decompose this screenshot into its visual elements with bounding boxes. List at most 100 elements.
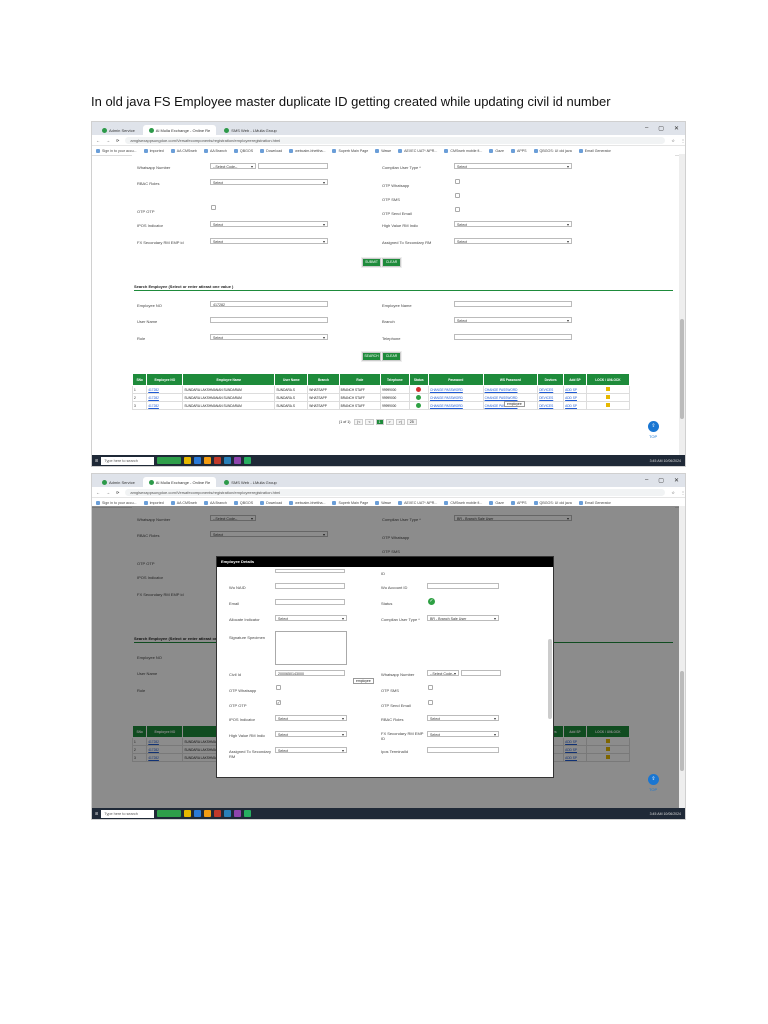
pager-next[interactable]: > (385, 419, 394, 425)
ipos-terminal-input[interactable] (427, 747, 499, 753)
maximize-icon[interactable]: ▢ (658, 477, 664, 484)
browser-tab-active[interactable]: Al Mulla Exchange - Online Re (142, 477, 217, 487)
grid-cell-dev[interactable]: DEVICES (537, 385, 565, 394)
grid-cell-lock[interactable] (585, 401, 631, 410)
chrome-icon[interactable] (204, 457, 212, 464)
pager-first[interactable]: |< (354, 419, 364, 425)
high-value-rm-select[interactable]: Select (454, 221, 572, 228)
grid-header-cell[interactable]: Employee NO (146, 373, 184, 386)
ipos-indicator-select[interactable]: Select (275, 715, 347, 722)
excel-icon[interactable] (244, 810, 252, 817)
browser-tab[interactable]: SMS Web - LMulla Group (218, 125, 283, 135)
bookmark[interactable]: AA Branch (203, 500, 227, 505)
url-field[interactable]: amglsexappsungdoe.com/Versafecomponents/… (125, 488, 666, 496)
top-arrow-icon[interactable]: ⇧ (648, 421, 659, 432)
employee-name-input[interactable] (454, 301, 572, 307)
grid-cell-emp[interactable]: 417282 (146, 401, 184, 410)
grid-cell-lock[interactable] (585, 385, 631, 394)
grid-link[interactable]: DEVICES (539, 396, 553, 400)
bookmark[interactable]: Download (260, 500, 282, 505)
rbac-roles-select[interactable]: Select (210, 179, 328, 186)
teams-icon[interactable] (234, 810, 242, 817)
grid-link[interactable]: ADD SP (565, 404, 577, 408)
assigned-secondary-rm-select[interactable]: Select (275, 747, 347, 754)
bookmark[interactable]: AEXEC UAT*-NPR... (398, 500, 437, 505)
telephone-input[interactable] (454, 334, 572, 340)
close-icon[interactable]: ✕ (674, 125, 679, 132)
back-icon[interactable]: ← (96, 138, 100, 143)
grid-cell-sp[interactable]: ADD SP (563, 393, 587, 402)
otp-otp-checkbox[interactable] (211, 205, 216, 210)
bookmark[interactable]: APPS (510, 500, 527, 505)
bookmark[interactable]: Gaze (489, 148, 504, 153)
search-clear-button[interactable]: CLEAR (382, 352, 401, 361)
app-icon[interactable] (214, 810, 222, 817)
bookmark[interactable]: APPS (510, 148, 527, 153)
folder-icon[interactable] (184, 457, 192, 464)
email-input[interactable] (275, 599, 345, 605)
rbac-roles-select[interactable]: Select (427, 715, 499, 722)
grid-link[interactable]: CHANGE PASSWORD (430, 404, 463, 408)
browser-tab[interactable]: Admin Service (96, 125, 141, 135)
grid-header-cell[interactable]: Password (427, 373, 484, 386)
whatsapp-code-select[interactable]: --Select Code-- (427, 670, 459, 677)
grid-header-cell[interactable]: Telephone (380, 373, 410, 386)
assigned-secondary-rm-select[interactable]: Select (454, 238, 572, 245)
pager-prev[interactable]: < (365, 419, 374, 425)
bookmark[interactable]: QBGOS (233, 148, 253, 153)
minimize-icon[interactable]: – (645, 477, 648, 484)
bookmark[interactable]: Imported (143, 148, 164, 153)
grid-link[interactable]: DEVICES (539, 388, 553, 392)
menu-icon[interactable]: ⋮ (681, 490, 685, 495)
grid-link[interactable]: 417282 (148, 388, 159, 392)
branch-select[interactable]: Select (454, 317, 572, 324)
bookmark[interactable]: Imported (143, 500, 164, 505)
whatsapp-number-input[interactable] (461, 670, 501, 676)
bookmark[interactable]: Gaze (489, 500, 504, 505)
edge-icon[interactable] (194, 457, 202, 464)
otp-whatsapp-checkbox[interactable] (455, 179, 460, 184)
clear-button[interactable]: CLEAR (382, 258, 401, 267)
weather-icon[interactable] (157, 457, 182, 464)
bookmark[interactable]: Email Generator (578, 148, 611, 153)
forward-icon[interactable]: → (106, 490, 110, 495)
grid-header-cell[interactable]: Devices (537, 373, 565, 386)
bookmark[interactable]: AEXEC UAT*-NPR... (398, 148, 437, 153)
taskbar-search[interactable]: Type here to search (101, 456, 155, 465)
maximize-icon[interactable]: ▢ (658, 125, 664, 132)
minimize-icon[interactable]: – (645, 125, 648, 132)
reload-icon[interactable]: ⟳ (116, 138, 119, 143)
chrome-icon[interactable] (204, 810, 212, 817)
browser-tab-active[interactable]: Al Mulla Exchange - Online Re (142, 125, 217, 135)
grid-cell-dev[interactable]: DEVICES (537, 401, 565, 410)
grid-cell-sp[interactable]: ADD SP (563, 385, 587, 394)
outlook-icon[interactable] (224, 810, 232, 817)
scroll-thumb[interactable] (680, 319, 684, 419)
taskbar-clock[interactable]: 3:45 AM 10/06/2024 (650, 459, 685, 463)
bookmark[interactable]: AA CMSweb (170, 148, 197, 153)
app-icon[interactable] (214, 457, 222, 464)
grid-link[interactable]: CHANGE PASSWORD (430, 396, 463, 400)
grid-cell-emp[interactable]: 417282 (146, 385, 184, 394)
bookmark[interactable]: QBGOS: UI old java (533, 500, 572, 505)
pager-last[interactable]: >| (395, 419, 405, 425)
grid-link[interactable]: CHANGE PASSWORD (485, 396, 518, 400)
grid-link[interactable]: DEVICES (539, 404, 553, 408)
grid-link[interactable]: 417282 (148, 396, 159, 400)
grid-link[interactable]: ADD SP (565, 388, 577, 392)
employee-no-input[interactable]: 417282 (210, 301, 328, 307)
bookmark[interactable]: Superb Main Page (332, 500, 368, 505)
back-icon[interactable]: ← (96, 490, 100, 495)
bookmark[interactable]: Wawe (375, 500, 391, 505)
bookmark[interactable]: CMSweb mobile fi... (444, 148, 482, 153)
url-field[interactable]: amglsexappsungdoe.com/Versafecomponents/… (125, 136, 666, 144)
otp-send-email-checkbox[interactable] (455, 207, 460, 212)
bookmark[interactable]: Download (260, 148, 282, 153)
star-icon[interactable]: ☆ (671, 138, 675, 143)
teams-icon[interactable] (234, 457, 242, 464)
taskbar-clock[interactable]: 3:45 AM 10/06/2024 (650, 812, 685, 816)
grid-header-cell[interactable]: Status (408, 373, 429, 386)
search-button[interactable]: SEARCH (362, 352, 381, 361)
folder-icon[interactable] (184, 810, 192, 817)
bookmark[interactable]: CMSweb mobile fi... (444, 500, 482, 505)
